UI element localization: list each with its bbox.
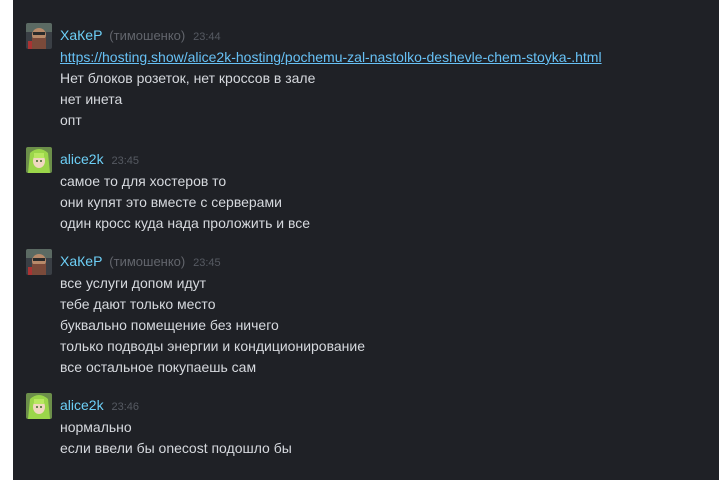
author-name[interactable]: alice2k bbox=[60, 397, 104, 413]
message-header: ХаКеР (тимошенко) 23:45 bbox=[60, 252, 221, 270]
message-line: все услуги допом идут bbox=[60, 275, 207, 291]
user-avatar-hacker[interactable] bbox=[26, 249, 52, 275]
message-line: все остальное покупаешь сам bbox=[60, 359, 257, 375]
author-nickname: (тимошенко) bbox=[109, 254, 186, 269]
chat-log: ХаКеР (тимошенко) 23:44 https://hosting.… bbox=[13, 0, 719, 480]
message-timestamp: 23:45 bbox=[111, 155, 140, 167]
message-link[interactable]: https://hosting.show/alice2k-hosting/poc… bbox=[60, 49, 602, 65]
message-line: нет инета bbox=[60, 91, 123, 107]
message-body: нормально если ввели бы onecost подошло … bbox=[60, 417, 292, 459]
message-body: все услуги допом идут тебе дают только м… bbox=[60, 273, 365, 378]
message-line: один кросс куда нада проложить и все bbox=[60, 215, 311, 231]
message-timestamp: 23:45 bbox=[193, 257, 221, 269]
user-avatar-hacker[interactable] bbox=[26, 23, 52, 49]
message-body: самое то для хостеров то они купят это в… bbox=[60, 171, 310, 234]
message-line: они купят это вместе с серверами bbox=[60, 194, 282, 210]
message-body: https://hosting.show/alice2k-hosting/poc… bbox=[60, 47, 602, 131]
message-timestamp: 23:46 bbox=[111, 401, 140, 413]
message-header: alice2k 23:46 bbox=[60, 396, 139, 414]
message-timestamp: 23:44 bbox=[193, 31, 221, 43]
user-avatar-alice2k[interactable] bbox=[26, 147, 52, 173]
message-line: только подводы энергии и кондиционирован… bbox=[60, 338, 365, 354]
message-header: alice2k 23:45 bbox=[60, 150, 139, 168]
author-name[interactable]: alice2k bbox=[60, 151, 104, 167]
user-avatar-alice2k[interactable] bbox=[26, 393, 52, 419]
message-line: тебе дают только место bbox=[60, 296, 216, 312]
message-line: буквально помещение без ничего bbox=[60, 317, 279, 333]
message-line: если ввели бы onecost подошло бы bbox=[60, 440, 292, 456]
author-nickname: (тимошенко) bbox=[109, 28, 186, 43]
author-name[interactable]: ХаКеР bbox=[60, 253, 102, 269]
author-name[interactable]: ХаКеР bbox=[60, 27, 102, 43]
message-line: нормально bbox=[60, 419, 132, 435]
message-line: самое то для хостеров то bbox=[60, 173, 227, 189]
message-line: Нет блоков розеток, нет кроссов в зале bbox=[60, 70, 316, 86]
message-header: ХаКеР (тимошенко) 23:44 bbox=[60, 26, 221, 44]
message-line: опт bbox=[60, 112, 82, 128]
